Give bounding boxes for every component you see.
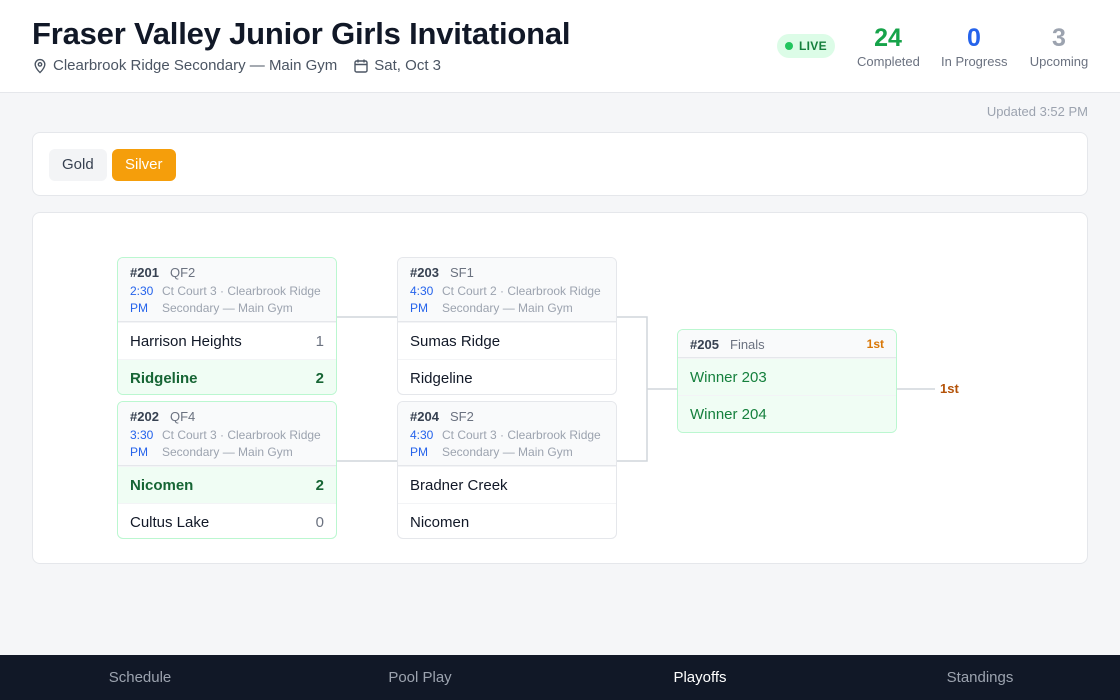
match-court: Ct Court 3 · Clearbrook Ridge Secondary … — [162, 284, 321, 315]
team-name: Harrison Heights — [130, 333, 242, 350]
team-name: Ridgeline — [130, 370, 198, 387]
updated-timestamp: Updated 3:52 PM — [986, 104, 1088, 119]
date-info: Sat, Oct 3 — [353, 57, 441, 74]
team-name: Ridgeline — [410, 370, 473, 387]
match-header: #205 Finals 1st — [678, 330, 896, 358]
match-204[interactable]: #204 SF2 4:30 PM Ct Court 3 · Clearbrook… — [397, 401, 617, 539]
event-meta: Clearbrook Ridge Secondary — Main Gym Sa… — [32, 57, 441, 74]
match-number: #202 — [130, 409, 159, 424]
match-round: QF2 — [170, 265, 196, 280]
match-number: #204 — [410, 409, 439, 424]
team-score: 2 — [315, 477, 324, 494]
match-205-finals[interactable]: #205 Finals 1st Winner 203 Winner 204 — [677, 329, 897, 433]
live-label: LIVE — [799, 39, 827, 53]
team-name: Winner 204 — [690, 406, 767, 423]
venue-info: Clearbrook Ridge Secondary — Main Gym — [32, 57, 337, 74]
page-title: Fraser Valley Junior Girls Invitational — [32, 16, 571, 51]
stat-in-progress-label: In Progress — [941, 54, 1008, 69]
team-name: Cultus Lake — [130, 514, 210, 531]
stat-completed-label: Completed — [857, 54, 920, 69]
match-number: #203 — [410, 265, 439, 280]
team-score: 1 — [315, 333, 324, 350]
location-pin-icon — [34, 58, 46, 73]
venue-text: Clearbrook Ridge Secondary — Main Gym — [53, 57, 338, 74]
stat-upcoming: 3 Upcoming — [1029, 24, 1089, 69]
team-name: Nicomen — [130, 477, 194, 494]
division-tabs: Gold Silver — [32, 132, 1088, 196]
match-number: #205 — [690, 337, 719, 352]
match-round: SF2 — [450, 409, 474, 424]
stat-in-progress: 0 In Progress — [941, 24, 1007, 69]
team-row-placeholder: Winner 203 — [678, 358, 896, 395]
match-time: 2:30 PM — [130, 284, 154, 315]
bottom-nav: Schedule Pool Play Playoffs Standings — [0, 655, 1120, 700]
stat-in-progress-value: 0 — [967, 24, 981, 52]
match-number: #201 — [130, 265, 159, 280]
match-header: #202 QF4 3:30 PM Ct Court 3 · Clearbrook… — [118, 402, 336, 466]
calendar-icon — [354, 59, 368, 73]
stat-upcoming-label: Upcoming — [1029, 54, 1089, 69]
team-row: Sumas Ridge — [398, 322, 616, 359]
live-dot-icon — [785, 42, 793, 50]
stat-completed-value: 24 — [874, 24, 902, 52]
match-time: 3:30 PM — [130, 428, 154, 459]
match-round: Finals — [730, 337, 765, 352]
date-text: Sat, Oct 3 — [374, 57, 441, 74]
team-row: Cultus Lake 0 — [118, 503, 336, 538]
match-round: SF1 — [450, 265, 474, 280]
page-header: Fraser Valley Junior Girls Invitational … — [0, 0, 1120, 93]
tab-gold[interactable]: Gold — [49, 149, 107, 181]
team-score: 2 — [315, 370, 324, 387]
match-time: 4:30 PM — [410, 284, 434, 315]
match-201[interactable]: #201 QF2 2:30 PM Ct Court 3 · Clearbrook… — [117, 257, 337, 395]
match-header: #204 SF2 4:30 PM Ct Court 3 · Clearbrook… — [398, 402, 616, 466]
match-round: QF4 — [170, 409, 196, 424]
team-row-placeholder: Winner 204 — [678, 395, 896, 432]
team-row: Ridgeline — [398, 359, 616, 394]
team-name: Sumas Ridge — [410, 333, 501, 350]
match-203[interactable]: #203 SF1 4:30 PM Ct Court 2 · Clearbrook… — [397, 257, 617, 395]
team-row: Harrison Heights 1 — [118, 322, 336, 359]
nav-playoffs[interactable]: Playoffs — [560, 655, 840, 700]
team-name: Nicomen — [410, 514, 470, 531]
team-name: Winner 203 — [690, 369, 767, 386]
team-row-winner: Nicomen 2 — [118, 466, 336, 503]
match-court: Ct Court 3 · Clearbrook Ridge Secondary … — [162, 428, 321, 459]
final-place-label: 1st — [940, 381, 959, 396]
team-row: Nicomen — [398, 503, 616, 538]
team-score: 0 — [315, 514, 324, 531]
match-court: Ct Court 3 · Clearbrook Ridge Secondary … — [442, 428, 601, 459]
match-header: #201 QF2 2:30 PM Ct Court 3 · Clearbrook… — [118, 258, 336, 322]
nav-schedule[interactable]: Schedule — [0, 655, 280, 700]
match-202[interactable]: #202 QF4 3:30 PM Ct Court 3 · Clearbrook… — [117, 401, 337, 539]
playoff-bracket: #201 QF2 2:30 PM Ct Court 3 · Clearbrook… — [32, 212, 1088, 564]
team-row: Bradner Creek — [398, 466, 616, 503]
match-time: 4:30 PM — [410, 428, 434, 459]
match-header: #203 SF1 4:30 PM Ct Court 2 · Clearbrook… — [398, 258, 616, 322]
live-badge: LIVE — [777, 34, 835, 58]
stat-completed: 24 Completed — [857, 24, 920, 69]
place-badge: 1st — [866, 337, 884, 351]
tab-silver[interactable]: Silver — [112, 149, 176, 181]
nav-standings[interactable]: Standings — [840, 655, 1120, 700]
team-row-winner: Ridgeline 2 — [118, 359, 336, 394]
team-name: Bradner Creek — [410, 477, 508, 494]
match-court: Ct Court 2 · Clearbrook Ridge Secondary … — [442, 284, 601, 315]
stat-upcoming-value: 3 — [1052, 24, 1066, 52]
nav-pool-play[interactable]: Pool Play — [280, 655, 560, 700]
